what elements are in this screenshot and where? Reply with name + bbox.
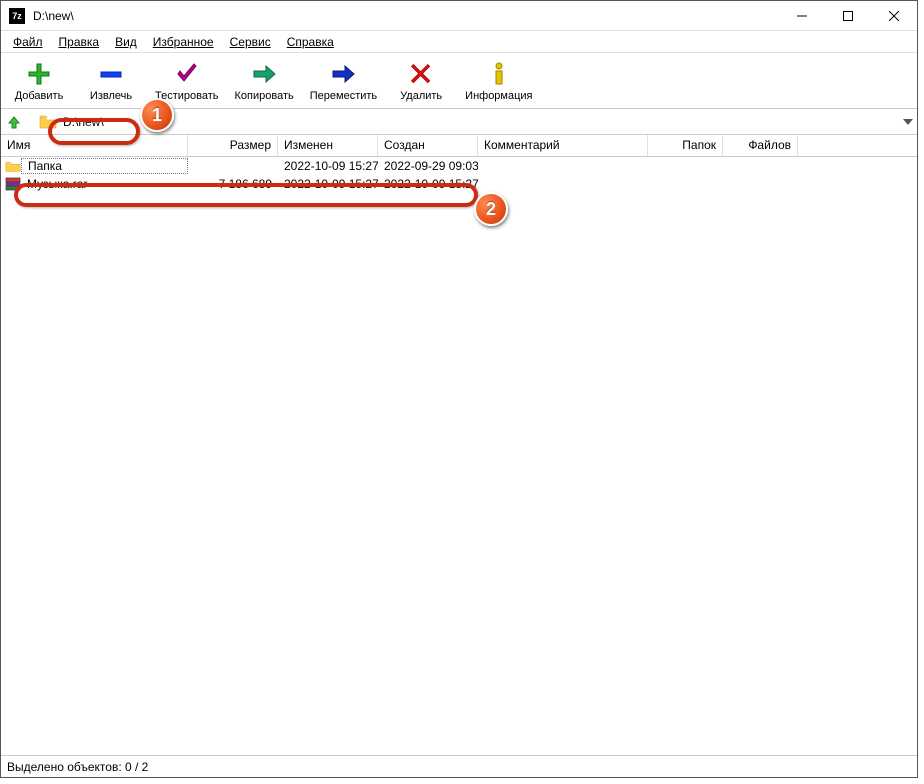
file-created: 2022-09-29 09:03: [378, 159, 478, 173]
status-text: Выделено объектов: 0 / 2: [7, 760, 148, 774]
extract-button[interactable]: Извлечь: [75, 54, 147, 108]
col-folders[interactable]: Папок: [648, 135, 723, 156]
col-created[interactable]: Создан: [378, 135, 478, 156]
info-button[interactable]: Информация: [457, 54, 540, 108]
app-window: 7z D:\new\ Файл Правка Вид Избранное Сер…: [0, 0, 918, 778]
folder-icon: [5, 159, 21, 173]
file-created: 2022-10-09 15:27: [378, 177, 478, 191]
file-size: 7 186 689: [188, 177, 278, 191]
minus-icon: [97, 60, 125, 88]
folder-icon: [39, 115, 57, 129]
address-path[interactable]: D:\new\: [61, 115, 899, 129]
file-name: Музыка.rar: [21, 177, 188, 191]
col-files[interactable]: Файлов: [723, 135, 798, 156]
file-name: Папка: [21, 158, 188, 174]
menu-help[interactable]: Справка: [279, 35, 342, 49]
col-name[interactable]: Имя: [1, 135, 188, 156]
x-icon: [407, 60, 435, 88]
menu-tools[interactable]: Сервис: [222, 35, 279, 49]
close-button[interactable]: [871, 1, 917, 31]
file-list[interactable]: Папка 2022-10-09 15:27 2022-09-29 09:03 …: [1, 157, 917, 755]
plus-icon: [25, 60, 53, 88]
statusbar: Выделено объектов: 0 / 2: [1, 755, 917, 777]
file-modified: 2022-10-09 15:27: [278, 159, 378, 173]
add-button[interactable]: Добавить: [3, 54, 75, 108]
list-item[interactable]: Папка 2022-10-09 15:27 2022-09-29 09:03: [1, 157, 917, 175]
col-comment[interactable]: Комментарий: [478, 135, 648, 156]
menu-edit[interactable]: Правка: [51, 35, 108, 49]
addressbar: D:\new\: [1, 109, 917, 135]
up-button[interactable]: [3, 111, 25, 133]
list-item[interactable]: Музыка.rar 7 186 689 2022-10-09 15:27 20…: [1, 175, 917, 193]
move-button[interactable]: Переместить: [302, 54, 385, 108]
menu-file[interactable]: Файл: [5, 35, 51, 49]
delete-button[interactable]: Удалить: [385, 54, 457, 108]
info-icon: [485, 60, 513, 88]
col-modified[interactable]: Изменен: [278, 135, 378, 156]
menu-favorites[interactable]: Избранное: [145, 35, 222, 49]
file-modified: 2022-10-09 15:27: [278, 177, 378, 191]
app-icon: 7z: [9, 8, 25, 24]
maximize-button[interactable]: [825, 1, 871, 31]
arrow-right-icon: [250, 60, 278, 88]
arrow-right-dark-icon: [329, 60, 357, 88]
archive-icon: [5, 177, 21, 191]
window-title: D:\new\: [33, 9, 779, 23]
menu-view[interactable]: Вид: [107, 35, 145, 49]
menubar: Файл Правка Вид Избранное Сервис Справка: [1, 31, 917, 53]
toolbar: Добавить Извлечь Тестировать Копировать …: [1, 53, 917, 109]
column-headers: Имя Размер Изменен Создан Комментарий Па…: [1, 135, 917, 157]
window-controls: [779, 1, 917, 31]
address-dropdown[interactable]: [899, 109, 917, 134]
copy-button[interactable]: Копировать: [227, 54, 302, 108]
titlebar: 7z D:\new\: [1, 1, 917, 31]
col-size[interactable]: Размер: [188, 135, 278, 156]
check-icon: [173, 60, 201, 88]
minimize-button[interactable]: [779, 1, 825, 31]
test-button[interactable]: Тестировать: [147, 54, 227, 108]
